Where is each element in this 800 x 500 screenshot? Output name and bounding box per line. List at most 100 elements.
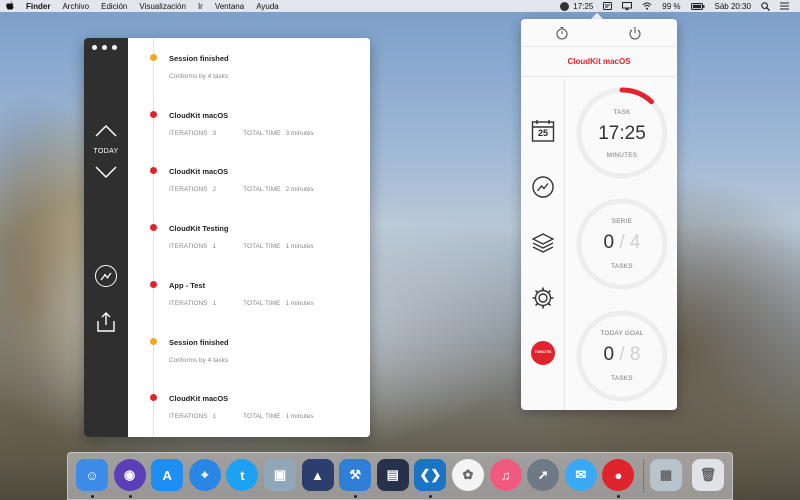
running-indicator	[429, 495, 433, 498]
window-controls[interactable]	[92, 45, 117, 50]
share-icon[interactable]	[95, 311, 117, 333]
spotlight-icon[interactable]	[756, 1, 775, 11]
tomates-status-item[interactable]: 17:25	[555, 1, 598, 11]
xcode-icon[interactable]: ⚒	[339, 459, 372, 491]
power-icon[interactable]	[628, 26, 642, 40]
next-day-chevron-icon[interactable]	[95, 165, 117, 179]
session-dot	[150, 337, 157, 345]
affinity-designer-icon[interactable]: ▲	[301, 459, 334, 491]
goal-total: 8	[629, 344, 641, 365]
serie-total: 4	[629, 232, 641, 253]
siri-icon[interactable]: ◉	[113, 459, 146, 491]
iteration-label: ITERATIONS	[169, 186, 208, 194]
running-indicator	[354, 495, 358, 498]
menu-ventana[interactable]: Ventana	[209, 2, 250, 11]
running-indicator	[91, 495, 94, 498]
popover-rail: 25 TOMATES	[521, 78, 565, 410]
menu-ir[interactable]: Ir	[192, 2, 209, 11]
battery-icon[interactable]	[686, 2, 710, 10]
photos-icon[interactable]: ✿	[452, 459, 484, 491]
total-time-label: TOTAL TIME	[243, 243, 281, 251]
task-entry[interactable]: CloudKit macOS ITERATIONS 2 TOTAL TIME 2 min…	[128, 155, 370, 195]
iteration-label: ITERATIONS	[169, 299, 208, 307]
goal-separator: /	[614, 344, 630, 365]
apple-menu-icon[interactable]	[0, 0, 20, 12]
session-entry[interactable]: Session finished Conforms by 4 tasks	[128, 326, 370, 366]
iteration-label: ITERATIONS	[169, 243, 208, 251]
stopwatch-icon[interactable]	[555, 26, 569, 40]
running-indicator	[128, 495, 132, 498]
quicktime-icon[interactable]: ▤	[376, 459, 409, 491]
app-store-icon[interactable]: A	[151, 459, 184, 491]
projects-stack-icon[interactable]	[531, 231, 555, 255]
twitter-icon[interactable]: t	[226, 459, 259, 491]
tomates-logo-text: TOMATES	[534, 350, 552, 354]
popover-toolbar	[521, 19, 677, 47]
statistics-icon[interactable]	[95, 265, 117, 287]
timeline-sidebar: TODAY	[84, 38, 128, 437]
task-dot	[150, 224, 157, 232]
total-time-value: 1 minutes	[285, 299, 314, 307]
iteration-count: 2	[212, 186, 217, 194]
menu-edicion[interactable]: Edición	[95, 2, 133, 11]
entry-details: ITERATIONS 1 TOTAL TIME 1 minutes	[169, 243, 314, 250]
session-dot	[150, 54, 157, 61]
task-label: TASK	[613, 109, 631, 116]
serie-ring: SERIE 0 / 4 TASKS	[574, 196, 670, 292]
current-project-title[interactable]: CloudKit macOS	[521, 47, 677, 77]
tomato-status-icon	[560, 1, 570, 11]
iteration-count: 1	[212, 413, 217, 421]
iteration-count: 1	[212, 299, 217, 307]
safari-icon[interactable]: ⌖	[188, 459, 221, 491]
music-icon[interactable]: ♫	[489, 459, 522, 491]
visual-studio-code-icon[interactable]: ❮❯	[414, 459, 447, 491]
finder-icon[interactable]: ☺	[76, 459, 108, 491]
task-entry[interactable]: App - Test ITERATIONS 1 TOTAL TIME 1 minutes	[128, 269, 370, 309]
menu-finder[interactable]: Finder	[20, 2, 56, 11]
task-entry[interactable]: CloudKit Testing ITERATIONS 1 TOTAL TIME 1 m…	[128, 212, 370, 252]
menu-clock[interactable]: Sáb 20:30	[710, 2, 756, 11]
task-entry[interactable]: CloudKit macOS ITERATIONS 3 TOTAL TIME 3 min…	[128, 99, 370, 139]
task-time[interactable]: 17:25	[574, 123, 670, 145]
downloads-stack-icon[interactable]: ▦	[650, 459, 682, 491]
task-dot	[150, 394, 157, 402]
notes-status-icon[interactable]	[598, 2, 617, 10]
battery-percent[interactable]: 99 %	[657, 2, 685, 11]
task-dot	[150, 280, 157, 288]
serie-label: SERIE	[611, 218, 633, 225]
preview-icon[interactable]: ▣	[264, 459, 296, 491]
running-indicator	[617, 495, 621, 498]
popover-stats: TASK 17:25 MINUTES SERIE 0 / 4 TASKS TOD…	[565, 78, 677, 410]
airplay-icon[interactable]	[617, 2, 637, 10]
entry-details: ITERATIONS 3 TOTAL TIME 3 minutes	[169, 130, 314, 137]
iteration-label: ITERATIONS	[169, 413, 208, 421]
trash-icon[interactable]: 🗑	[692, 459, 724, 491]
total-time-label: TOTAL TIME	[243, 129, 281, 137]
statistics-rail-icon[interactable]	[531, 175, 555, 199]
tomates-icon[interactable]: ●	[602, 459, 635, 491]
menu-visualizacion[interactable]: Visualización	[133, 2, 192, 11]
wifi-icon[interactable]	[637, 2, 657, 10]
today-label: TODAY	[93, 148, 119, 155]
iteration-count: 3	[212, 129, 217, 137]
task-entry[interactable]: CloudKit macOS ITERATIONS 1 TOTAL TIME 1 min…	[128, 382, 370, 422]
session-summary: Conforms by 4 tasks	[169, 73, 229, 80]
tomates-logo-icon[interactable]: TOMATES	[531, 341, 555, 365]
settings-gear-icon[interactable]	[531, 286, 555, 310]
messages-icon[interactable]: ✉	[564, 459, 597, 491]
total-time-label: TOTAL TIME	[243, 413, 281, 421]
entry-details: Conforms by 4 tasks	[169, 73, 228, 80]
entry-title: CloudKit macOS	[169, 110, 229, 120]
session-entry[interactable]: Session finished Conforms by 4 tasks	[128, 42, 370, 82]
menu-archivo[interactable]: Archivo	[56, 2, 95, 11]
calendar-icon[interactable]: 25	[531, 119, 555, 143]
launchpad-icon[interactable]: ➚	[527, 459, 560, 491]
task-timer-ring: TASK 17:25 MINUTES	[574, 85, 670, 181]
menu-ayuda[interactable]: Ayuda	[250, 2, 285, 11]
notification-center-icon[interactable]	[775, 2, 794, 10]
tomates-popover: CloudKit macOS 25 TOMATES TASK 17:25 MIN…	[521, 19, 677, 410]
total-time-value: 1 minutes	[285, 413, 314, 421]
previous-day-chevron-icon[interactable]	[95, 124, 117, 138]
task-unit: MINUTES	[606, 152, 638, 159]
goal-unit: TASKS	[611, 375, 633, 382]
